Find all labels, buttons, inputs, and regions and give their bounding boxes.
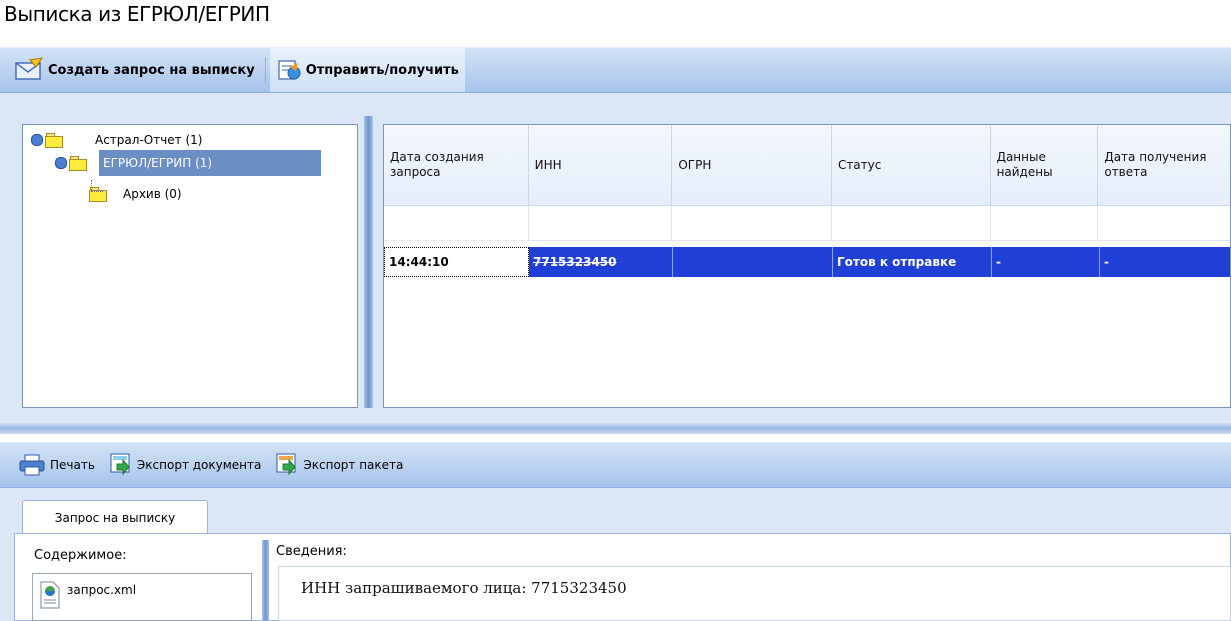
tab-request[interactable]: Запрос на выписку: [22, 500, 208, 534]
column-header-status[interactable]: Статус: [832, 125, 991, 205]
details-splitter[interactable]: [262, 540, 269, 621]
toolbar-separator: [264, 57, 266, 83]
create-request-label: Создать запрос на выписку: [48, 62, 255, 78]
tree-item-astral[interactable]: Астрал-Отчет (1): [31, 131, 206, 149]
cell-status: Готов к отправке: [833, 247, 992, 277]
print-label: Печать: [50, 458, 95, 472]
file-list: запрос.xml: [32, 573, 252, 621]
tree-item-archive[interactable]: Архив (0): [89, 185, 186, 203]
window-title: Выписка из ЕГРЮЛ/ЕГРИП: [4, 2, 270, 26]
export-package-label: Экспорт пакета: [303, 458, 404, 472]
details-box: ИНН запрашиваемого лица: 7715323450: [278, 566, 1231, 621]
details-label: Сведения:: [276, 544, 347, 559]
column-header-found[interactable]: Данные найдены: [991, 125, 1099, 205]
cell-inn: 7715323450: [529, 247, 673, 277]
details-text: ИНН запрашиваемого лица: 7715323450: [301, 579, 627, 597]
column-header-answer-date[interactable]: Дата получения ответа: [1098, 125, 1230, 205]
requests-grid: Дата создания запроса ИНН ОГРН Статус Да…: [383, 124, 1231, 408]
send-receive-icon: [276, 57, 302, 83]
grid-filter-row: [384, 206, 1230, 241]
export-package-icon: [275, 452, 299, 478]
cell-answer-date: -: [1100, 247, 1230, 277]
tree-connector: [91, 180, 103, 192]
vertical-splitter[interactable]: [364, 116, 373, 408]
export-document-label: Экспорт документа: [136, 458, 262, 472]
tab-request-label: Запрос на выписку: [54, 510, 176, 525]
column-header-ogrn[interactable]: ОГРН: [672, 125, 832, 205]
export-document-icon: [109, 452, 133, 478]
folder-icon: [69, 156, 87, 171]
column-header-date[interactable]: Дата создания запроса: [384, 125, 529, 205]
send-receive-button[interactable]: Отправить/получить: [269, 48, 465, 92]
tree-item-label: ЕГРЮЛ/ЕГРИП (1): [99, 150, 321, 176]
horizontal-splitter[interactable]: [0, 423, 1231, 434]
tree-item-label: Архив (0): [123, 187, 182, 201]
column-header-inn[interactable]: ИНН: [529, 125, 673, 205]
file-name: запрос.xml: [67, 583, 137, 597]
table-row[interactable]: 14:44:10 7715323450 Готов к отправке - -: [384, 247, 1230, 277]
grid-header: Дата создания запроса ИНН ОГРН Статус Да…: [384, 125, 1230, 206]
cell-ogrn: [673, 247, 833, 277]
create-request-button[interactable]: Создать запрос на выписку: [8, 48, 261, 92]
export-package-button[interactable]: Экспорт пакета: [271, 443, 407, 487]
xml-file-icon: [39, 580, 61, 610]
tree-item-egrul[interactable]: ЕГРЮЛ/ЕГРИП (1): [55, 150, 321, 176]
tree-node-icon: [31, 134, 43, 146]
cell-found: -: [992, 247, 1100, 277]
print-button[interactable]: Печать: [14, 443, 99, 487]
main-toolbar: Создать запрос на выписку Отправить/полу…: [0, 47, 1231, 93]
document-toolbar: Печать Экспорт документа Экспорт пакета: [0, 442, 1231, 488]
content-label: Содержимое:: [34, 548, 127, 563]
tree-item-label: Астрал-Отчет (1): [95, 133, 203, 147]
send-receive-label: Отправить/получить: [305, 62, 459, 78]
cell-date: 14:44:10: [384, 247, 529, 277]
export-document-button[interactable]: Экспорт документа: [105, 443, 265, 487]
file-item[interactable]: запрос.xml: [39, 580, 136, 610]
folder-icon: [45, 133, 63, 148]
tree-node-icon: [55, 157, 67, 169]
envelope-icon: [14, 57, 44, 83]
printer-icon: [18, 453, 46, 477]
folder-tree: Астрал-Отчет (1) ЕГРЮЛ/ЕГРИП (1) Архив (…: [22, 124, 358, 408]
